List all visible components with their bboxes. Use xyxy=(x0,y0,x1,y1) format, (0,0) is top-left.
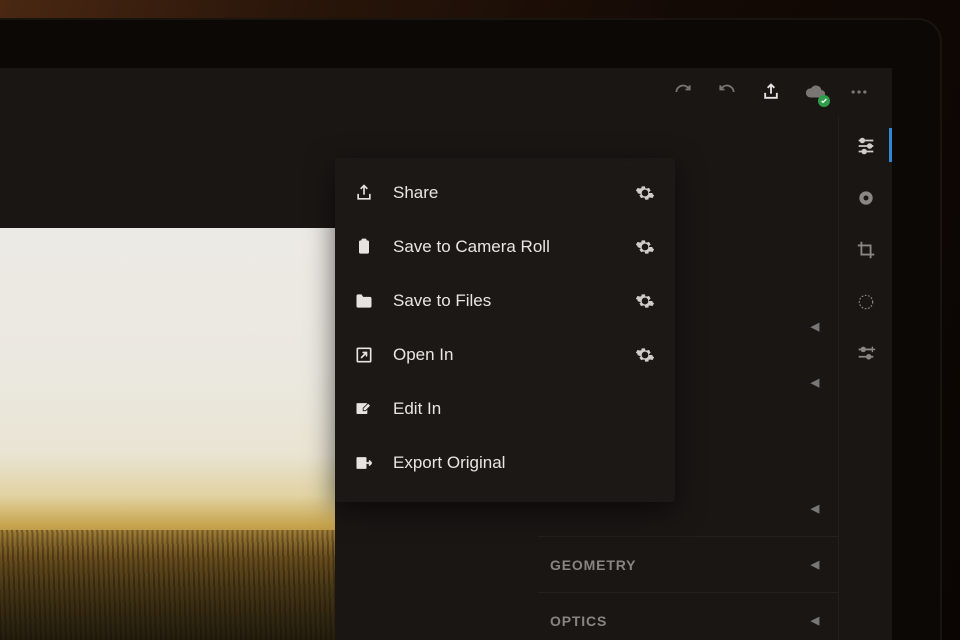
gear-icon[interactable] xyxy=(635,183,655,203)
gear-icon[interactable] xyxy=(635,345,655,365)
menu-label: Open In xyxy=(393,345,617,365)
open-in-icon xyxy=(353,344,375,366)
share-icon xyxy=(353,182,375,204)
top-toolbar xyxy=(650,68,892,116)
menu-item-share[interactable]: Share xyxy=(335,166,675,220)
panel-geometry[interactable]: GEOMETRY ◀ xyxy=(538,536,838,592)
chevron-left-icon: ◀ xyxy=(811,502,820,515)
menu-item-save-files[interactable]: Save to Files xyxy=(335,274,675,328)
share-popover: Share Save to Camera Roll Save to File xyxy=(335,158,675,502)
folder-icon xyxy=(353,290,375,312)
app-screen: ◀ ◀ ◀ GEOMETRY ◀ OPTICS ◀ xyxy=(0,68,892,640)
panel-optics[interactable]: OPTICS ◀ xyxy=(538,592,838,640)
chevron-left-icon: ◀ xyxy=(811,320,820,333)
menu-label: Share xyxy=(393,183,617,203)
menu-item-open-in[interactable]: Open In xyxy=(335,328,675,382)
menu-label: Edit In xyxy=(393,399,655,419)
more-icon[interactable] xyxy=(848,81,870,103)
camera-roll-icon xyxy=(353,236,375,258)
undo-icon[interactable] xyxy=(716,81,738,103)
sync-ok-badge xyxy=(818,95,830,107)
photo-foreground xyxy=(0,530,335,640)
presets-icon[interactable] xyxy=(854,342,878,366)
menu-label: Save to Files xyxy=(393,291,617,311)
export-icon xyxy=(353,452,375,474)
gear-icon[interactable] xyxy=(635,237,655,257)
menu-label: Save to Camera Roll xyxy=(393,237,617,257)
share-icon[interactable] xyxy=(760,81,782,103)
panel-label: OPTICS xyxy=(550,613,607,629)
panel-label: GEOMETRY xyxy=(550,557,636,573)
gear-icon[interactable] xyxy=(635,291,655,311)
cloud-sync-icon[interactable] xyxy=(804,81,826,103)
healing-brush-icon[interactable] xyxy=(854,186,878,210)
crop-icon[interactable] xyxy=(854,238,878,262)
edit-in-icon xyxy=(353,398,375,420)
redo-icon[interactable] xyxy=(672,81,694,103)
menu-item-edit-in[interactable]: Edit In xyxy=(335,382,675,436)
menu-item-export-original[interactable]: Export Original xyxy=(335,436,675,490)
menu-label: Export Original xyxy=(393,453,655,473)
photo-canvas[interactable] xyxy=(0,228,335,640)
chevron-left-icon: ◀ xyxy=(811,558,820,571)
menu-item-save-camera-roll[interactable]: Save to Camera Roll xyxy=(335,220,675,274)
tool-active-indicator xyxy=(889,128,892,162)
chevron-left-icon: ◀ xyxy=(811,614,820,627)
adjust-sliders-icon[interactable] xyxy=(854,134,878,158)
chevron-left-icon: ◀ xyxy=(811,376,820,389)
masking-icon[interactable] xyxy=(854,290,878,314)
device-bezel: ◀ ◀ ◀ GEOMETRY ◀ OPTICS ◀ xyxy=(0,18,942,640)
right-toolbar xyxy=(838,116,892,640)
